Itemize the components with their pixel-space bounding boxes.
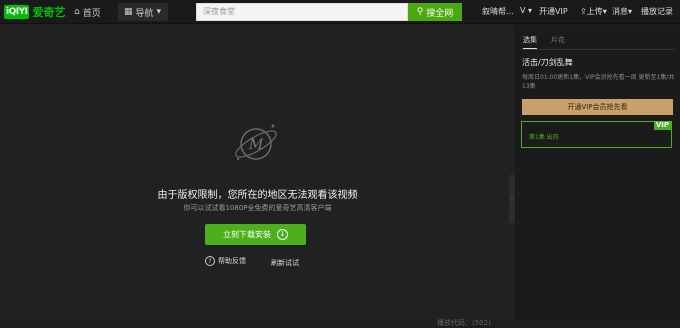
chevron-down-icon: ▾ [602, 7, 607, 16]
chevron-right-icon: › [510, 195, 514, 203]
show-title: 活击/刀剑乱舞 [522, 58, 573, 67]
iqiyi-logo[interactable]: iQIYI 爱奇艺 [4, 4, 65, 20]
history-link[interactable]: 播放记录 [641, 6, 673, 17]
refresh-link[interactable]: 刷新试试 [271, 258, 299, 268]
nav-guide-dropdown[interactable]: ▦ 导航 ▾ [118, 3, 168, 21]
episode-item[interactable]: VIP 第1集 出阵 [521, 121, 672, 148]
feedback-label: 帮助反馈 [218, 257, 246, 265]
user-name[interactable]: 叙晴帮... [482, 6, 514, 17]
download-install-button[interactable]: 立刻下载安装 ↓ [205, 224, 306, 245]
vip-early-access-button[interactable]: 开通VIP会员抢先看 [522, 99, 673, 115]
upload-link[interactable]: ⇪上传▾ [580, 6, 607, 17]
vip-badge: VIP [653, 121, 671, 130]
messages-link[interactable]: 消息▾ [612, 6, 632, 17]
episode-sidebar: 选集 片花 活击/刀剑乱舞 每周日01:00更新1集，VIP会员抢先看一周 更新… [515, 25, 680, 320]
search-input[interactable]: 深夜食堂 [196, 3, 408, 21]
svg-text:M: M [248, 137, 264, 153]
home-icon: ⌂ [74, 7, 80, 17]
grid-icon: ▦ [124, 7, 133, 17]
chevron-down-icon[interactable]: ▾ [528, 6, 532, 15]
chevron-down-icon: ▾ [628, 7, 633, 16]
top-bar: iQIYI 爱奇艺 ⌂ 首页 ▦ 导航 ▾ 深夜食堂 ⚲ 搜全网 叙晴帮... … [0, 0, 680, 24]
nav-home[interactable]: ⌂ 首页 [74, 4, 101, 20]
vip-open-link[interactable]: 开通VIP [539, 6, 568, 17]
search-button-label: 搜全网 [426, 8, 454, 19]
restriction-sub-message: 你可以试试看1080P全免费的爱奇艺高清客户端 [183, 204, 332, 212]
messages-label: 消息 [612, 7, 628, 16]
restriction-message: 由于版权限制，您所在的地区无法观看该视频 [157, 190, 358, 201]
upload-label: 上传 [586, 7, 603, 16]
tab-trailer[interactable]: 片花 [551, 35, 565, 50]
search-icon: ⚲ [416, 7, 424, 17]
help-feedback-link[interactable]: ? 帮助反馈 [205, 256, 246, 266]
tab-episodes[interactable]: 选集 [523, 35, 537, 50]
home-label: 首页 [82, 8, 101, 19]
logo-mark: iQIYI [4, 5, 30, 19]
episode-label: 第1集 出阵 [529, 134, 559, 141]
upload-icon: ⇪ [580, 7, 587, 16]
question-icon: ? [205, 256, 215, 266]
update-info: 每周日01:00更新1集，VIP会员抢先看一周 更新至1集/共13集 [522, 74, 675, 90]
download-label: 立刻下载安装 [223, 230, 271, 239]
chevron-down-icon: ▾ [156, 7, 162, 17]
tab-divider [521, 49, 675, 50]
restricted-planet-icon: M [235, 124, 277, 161]
sidebar-tabs: 选集 片花 [523, 35, 565, 50]
guide-label: 导航 [135, 8, 154, 19]
vip-badge-icon: V [520, 6, 526, 15]
video-player: M 由于版权限制，您所在的地区无法观看该视频 你可以试试看1080P全免费的爱奇… [0, 25, 515, 327]
download-icon: ↓ [277, 229, 288, 240]
logo-text: 爱奇艺 [32, 6, 66, 19]
search-button[interactable]: ⚲ 搜全网 [408, 3, 462, 21]
